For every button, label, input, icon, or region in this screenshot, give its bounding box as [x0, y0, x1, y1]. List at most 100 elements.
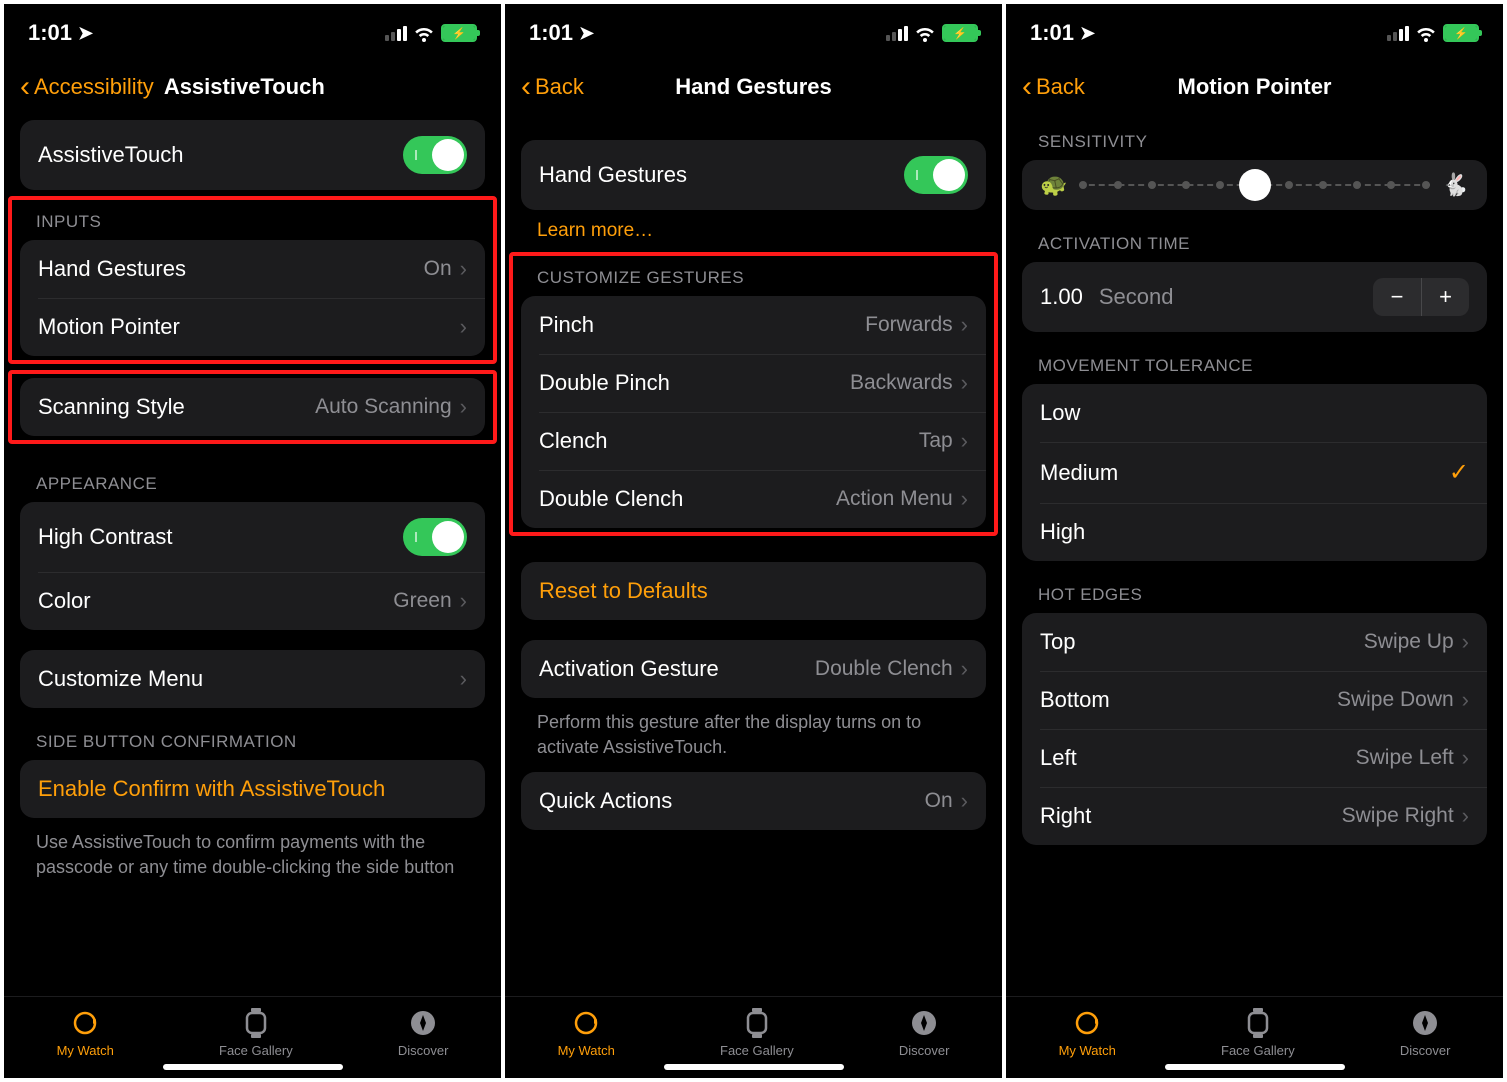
hot-edge-right-row[interactable]: RightSwipe Right›: [1022, 787, 1487, 845]
toggle-on-icon[interactable]: [403, 136, 467, 174]
motion-pointer-row[interactable]: Motion Pointer ›: [20, 298, 485, 356]
tab-my-watch[interactable]: My Watch: [558, 1007, 615, 1058]
customize-menu-row[interactable]: Customize Menu ›: [20, 650, 485, 708]
row-value: Backwards: [850, 371, 953, 395]
time-unit: Second: [1099, 284, 1174, 309]
slider-knob[interactable]: [1239, 169, 1271, 201]
status-time: 1:01: [28, 20, 72, 46]
chevron-right-icon: ›: [961, 370, 968, 396]
row-label: Quick Actions: [539, 788, 672, 814]
stepper-minus-button[interactable]: −: [1373, 278, 1421, 316]
pinch-row[interactable]: PinchForwards›: [521, 296, 986, 354]
nav-bar: ‹ Accessibility AssistiveTouch: [4, 54, 501, 120]
wifi-icon: [1415, 24, 1437, 42]
back-button[interactable]: Accessibility: [34, 74, 154, 100]
row-label: Left: [1040, 745, 1077, 771]
battery-icon: ⚡: [942, 24, 978, 42]
back-chevron-icon[interactable]: ‹: [521, 72, 531, 102]
tab-bar: My Watch Face Gallery Discover: [4, 996, 501, 1064]
row-label: Top: [1040, 629, 1075, 655]
back-chevron-icon[interactable]: ‹: [1022, 72, 1032, 102]
tab-face-gallery[interactable]: Face Gallery: [1221, 1007, 1295, 1058]
row-label: Medium: [1040, 460, 1118, 486]
tab-discover[interactable]: Discover: [899, 1007, 950, 1058]
row-label: Pinch: [539, 312, 594, 338]
tab-my-watch[interactable]: My Watch: [57, 1007, 114, 1058]
home-indicator[interactable]: [163, 1064, 343, 1070]
tab-my-watch[interactable]: My Watch: [1059, 1007, 1116, 1058]
chevron-right-icon: ›: [961, 788, 968, 814]
row-label: Color: [38, 588, 91, 614]
screen-assistivetouch: 1:01 ➤ ⚡ ‹ Accessibility AssistiveTouch …: [4, 4, 501, 1078]
assistivetouch-toggle-row[interactable]: AssistiveTouch: [20, 120, 485, 190]
hot-edge-top-row[interactable]: Top Swipe Up ›: [1022, 613, 1487, 671]
signal-icon: [886, 26, 908, 41]
tab-discover[interactable]: Discover: [1400, 1007, 1451, 1058]
activation-gesture-row[interactable]: Activation Gesture Double Clench›: [521, 640, 986, 698]
face-gallery-icon: [240, 1007, 272, 1039]
slider-track[interactable]: [1079, 183, 1429, 187]
nav-bar: ‹ Back Hand Gestures: [505, 54, 1002, 120]
tab-face-gallery[interactable]: Face Gallery: [720, 1007, 794, 1058]
activation-time-row: 1.00Second − +: [1022, 262, 1487, 332]
row-label: Customize Menu: [38, 666, 203, 692]
row-value: On: [424, 257, 452, 281]
stepper-plus-button[interactable]: +: [1421, 278, 1469, 316]
enable-confirm-row[interactable]: Enable Confirm with AssistiveTouch: [20, 760, 485, 818]
chevron-right-icon: ›: [1462, 687, 1469, 713]
row-label: Motion Pointer: [38, 314, 180, 340]
watch-icon: [1071, 1007, 1103, 1039]
tab-label: My Watch: [1059, 1043, 1116, 1058]
tab-discover[interactable]: Discover: [398, 1007, 449, 1058]
scanning-style-row[interactable]: Scanning Style Auto Scanning›: [20, 378, 485, 436]
home-indicator[interactable]: [1165, 1064, 1345, 1070]
row-label: Scanning Style: [38, 394, 185, 420]
hot-edge-left-row[interactable]: LeftSwipe Left›: [1022, 729, 1487, 787]
hand-gestures-row[interactable]: Hand Gestures On›: [20, 240, 485, 298]
sensitivity-slider[interactable]: 🐢 🐇: [1022, 160, 1487, 210]
battery-icon: ⚡: [1443, 24, 1479, 42]
section-header-tolerance: MOVEMENT TOLERANCE: [1022, 332, 1487, 384]
high-contrast-row[interactable]: High Contrast: [20, 502, 485, 572]
double-clench-row[interactable]: Double ClenchAction Menu›: [521, 470, 986, 528]
chevron-right-icon: ›: [1462, 629, 1469, 655]
row-label: Double Clench: [539, 486, 683, 512]
chevron-right-icon: ›: [460, 588, 467, 614]
row-label: Hand Gestures: [539, 162, 687, 188]
back-button[interactable]: Back: [535, 74, 584, 100]
double-pinch-row[interactable]: Double PinchBackwards›: [521, 354, 986, 412]
screen-motion-pointer: 1:01➤ ⚡ ‹ Back Motion Pointer SENSITIVIT…: [1006, 4, 1503, 1078]
color-row[interactable]: Color Green ›: [20, 572, 485, 630]
row-value: Forwards: [865, 313, 953, 337]
time-stepper: − +: [1373, 278, 1469, 316]
tolerance-high-row[interactable]: High: [1022, 503, 1487, 561]
back-chevron-icon[interactable]: ‹: [20, 72, 30, 102]
home-indicator[interactable]: [664, 1064, 844, 1070]
clench-row[interactable]: ClenchTap›: [521, 412, 986, 470]
footer-text: Use AssistiveTouch to confirm payments w…: [20, 818, 485, 892]
learn-more-link[interactable]: Learn more…: [521, 210, 986, 246]
status-bar: 1:01➤ ⚡: [505, 4, 1002, 54]
row-value: Green: [393, 589, 451, 613]
row-value: Swipe Up: [1364, 630, 1454, 654]
chevron-right-icon: ›: [1462, 745, 1469, 771]
back-button[interactable]: Back: [1036, 74, 1085, 100]
chevron-right-icon: ›: [460, 394, 467, 420]
reset-to-defaults-button[interactable]: Reset to Defaults: [521, 562, 986, 620]
toggle-on-icon[interactable]: [904, 156, 968, 194]
hot-edge-bottom-row[interactable]: BottomSwipe Down›: [1022, 671, 1487, 729]
hand-gestures-toggle-row[interactable]: Hand Gestures: [521, 140, 986, 210]
row-label: Enable Confirm with AssistiveTouch: [38, 776, 385, 802]
tab-face-gallery[interactable]: Face Gallery: [219, 1007, 293, 1058]
tolerance-medium-row[interactable]: Medium✓: [1022, 442, 1487, 503]
status-bar: 1:01➤ ⚡: [1006, 4, 1503, 54]
status-time: 1:01: [529, 20, 573, 46]
tolerance-low-row[interactable]: Low: [1022, 384, 1487, 442]
status-bar: 1:01 ➤ ⚡: [4, 4, 501, 54]
toggle-on-icon[interactable]: [403, 518, 467, 556]
highlight-customize-gestures: CUSTOMIZE GESTURES PinchForwards› Double…: [509, 252, 998, 536]
tab-label: Discover: [398, 1043, 449, 1058]
row-label: High: [1040, 519, 1085, 545]
row-value: Swipe Down: [1337, 688, 1454, 712]
quick-actions-row[interactable]: Quick Actions On›: [521, 772, 986, 830]
